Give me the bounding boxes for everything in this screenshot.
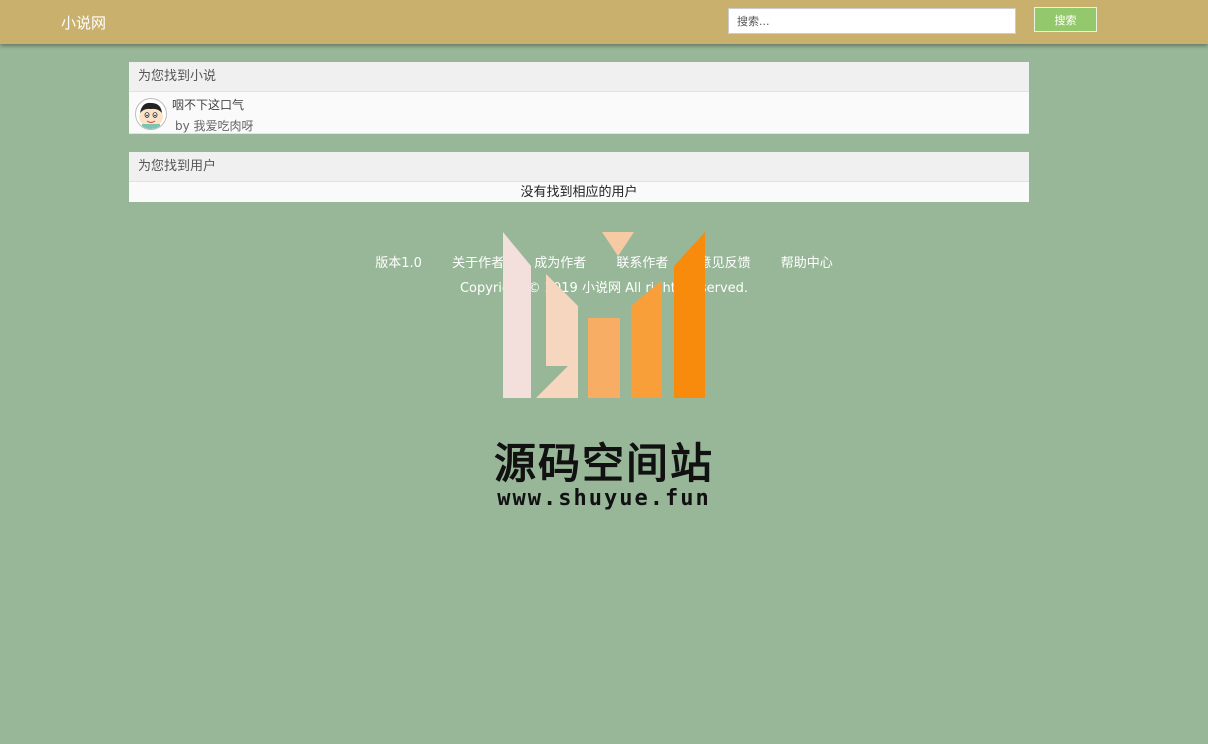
watermark-url: www.shuyue.fun <box>497 486 711 511</box>
brand-link[interactable]: 小说网 <box>61 12 106 33</box>
search-button[interactable]: 搜索 <box>1034 7 1097 32</box>
novel-results-heading: 为您找到小说 <box>129 62 1029 92</box>
footer-link-help[interactable]: 帮助中心 <box>781 256 833 271</box>
footer-links: 版本1.0 关于作者 成为作者 联系作者 意见反馈 帮助中心 <box>0 252 1208 271</box>
footer-link-version[interactable]: 版本1.0 <box>375 256 422 271</box>
novel-results-panel: 为您找到小说 咽不下这口气 by 我爱吃肉呀 <box>129 62 1029 134</box>
footer-link-contact[interactable]: 联系作者 <box>616 256 668 271</box>
user-results-panel: 为您找到用户 没有找到相应的用户 <box>129 152 1029 202</box>
user-results-heading: 为您找到用户 <box>129 152 1029 182</box>
footer-link-feedback[interactable]: 意见反馈 <box>699 256 751 271</box>
footer-link-about[interactable]: 关于作者 <box>452 256 504 271</box>
no-user-message: 没有找到相应的用户 <box>520 185 638 200</box>
footer-link-become-author[interactable]: 成为作者 <box>534 256 586 271</box>
list-item: 咽不下这口气 by 我爱吃肉呀 <box>129 92 1029 134</box>
novel-author: by 我爱吃肉呀 <box>175 119 254 133</box>
copyright-text: Copyright © 2019 小说网 All rights reserved… <box>459 281 749 296</box>
cartoon-avatar-icon[interactable] <box>135 98 167 130</box>
search-input[interactable] <box>728 8 1016 34</box>
watermark: 源码空间站 www.shuyue.fun <box>468 226 740 526</box>
novel-title-link[interactable]: 咽不下这口气 <box>172 96 244 113</box>
top-navbar: 小说网 搜索 <box>0 0 1208 44</box>
watermark-title: 源码空间站 <box>493 439 714 488</box>
